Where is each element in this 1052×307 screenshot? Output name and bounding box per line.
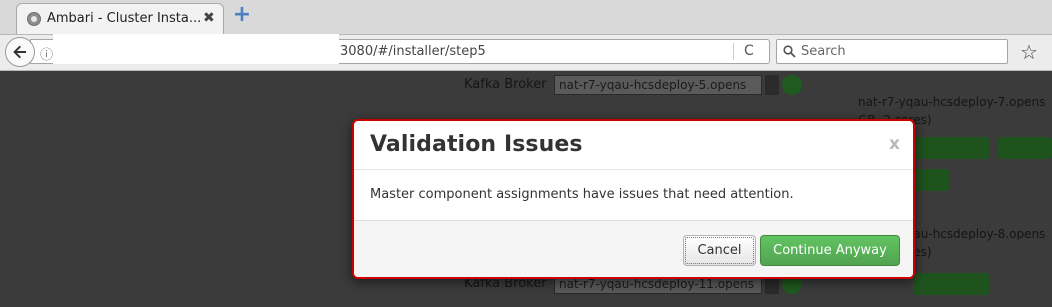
continue-anyway-button[interactable]: Continue Anyway bbox=[760, 235, 900, 266]
back-button[interactable] bbox=[5, 37, 35, 67]
add-icon[interactable] bbox=[782, 75, 802, 95]
host-name: nat-r7-yqau-hcsdeploy-7.opens bbox=[858, 95, 1046, 109]
component-label: Kafka Broker bbox=[464, 77, 547, 92]
reload-icon[interactable]: C bbox=[744, 43, 754, 59]
url-text[interactable]: 3080/#/installer/step5 bbox=[340, 44, 486, 59]
bookmark-star-icon[interactable]: ☆ bbox=[1020, 40, 1038, 64]
tab-title: Ambari - Cluster Insta... bbox=[47, 11, 202, 26]
tab-bar: Ambari - Cluster Insta... ✖ + bbox=[0, 0, 1052, 35]
divider bbox=[354, 169, 913, 170]
validation-issues-dialog: Validation Issues x Master component ass… bbox=[352, 119, 915, 279]
url-bar[interactable]: ⓘ 3080/#/installer/step5 C bbox=[30, 34, 770, 64]
chevron-down-icon bbox=[765, 75, 779, 95]
close-icon[interactable]: x bbox=[889, 134, 900, 154]
search-input[interactable] bbox=[801, 41, 1001, 62]
host-select[interactable]: nat-r7-yqau-hcsdeploy-5.opens bbox=[554, 75, 762, 95]
url-redaction bbox=[53, 34, 339, 64]
new-tab-button[interactable]: + bbox=[232, 4, 252, 26]
cancel-button[interactable]: Cancel bbox=[683, 235, 756, 266]
info-icon[interactable]: ⓘ bbox=[40, 44, 53, 63]
component-row: Kafka Broker nat-r7-yqau-hcsdeploy-5.ope… bbox=[464, 75, 814, 97]
navigation-bar: ⓘ 3080/#/installer/step5 C ☆ bbox=[0, 34, 1052, 71]
component-chip bbox=[913, 273, 989, 295]
search-icon bbox=[783, 45, 796, 58]
component-chip bbox=[913, 169, 949, 191]
component-chip bbox=[913, 137, 989, 159]
component-chip bbox=[998, 137, 1052, 159]
dialog-footer: Cancel Continue Anyway bbox=[354, 220, 913, 277]
back-arrow-icon bbox=[13, 45, 26, 59]
tab-close-icon[interactable]: ✖ bbox=[203, 10, 215, 26]
dialog-title: Validation Issues bbox=[370, 132, 583, 157]
url-bar-divider bbox=[733, 43, 734, 60]
browser-tab[interactable]: Ambari - Cluster Insta... ✖ bbox=[16, 3, 224, 34]
dialog-message: Master component assignments have issues… bbox=[370, 187, 794, 202]
search-box[interactable] bbox=[776, 39, 1008, 64]
ambari-icon bbox=[27, 12, 41, 26]
